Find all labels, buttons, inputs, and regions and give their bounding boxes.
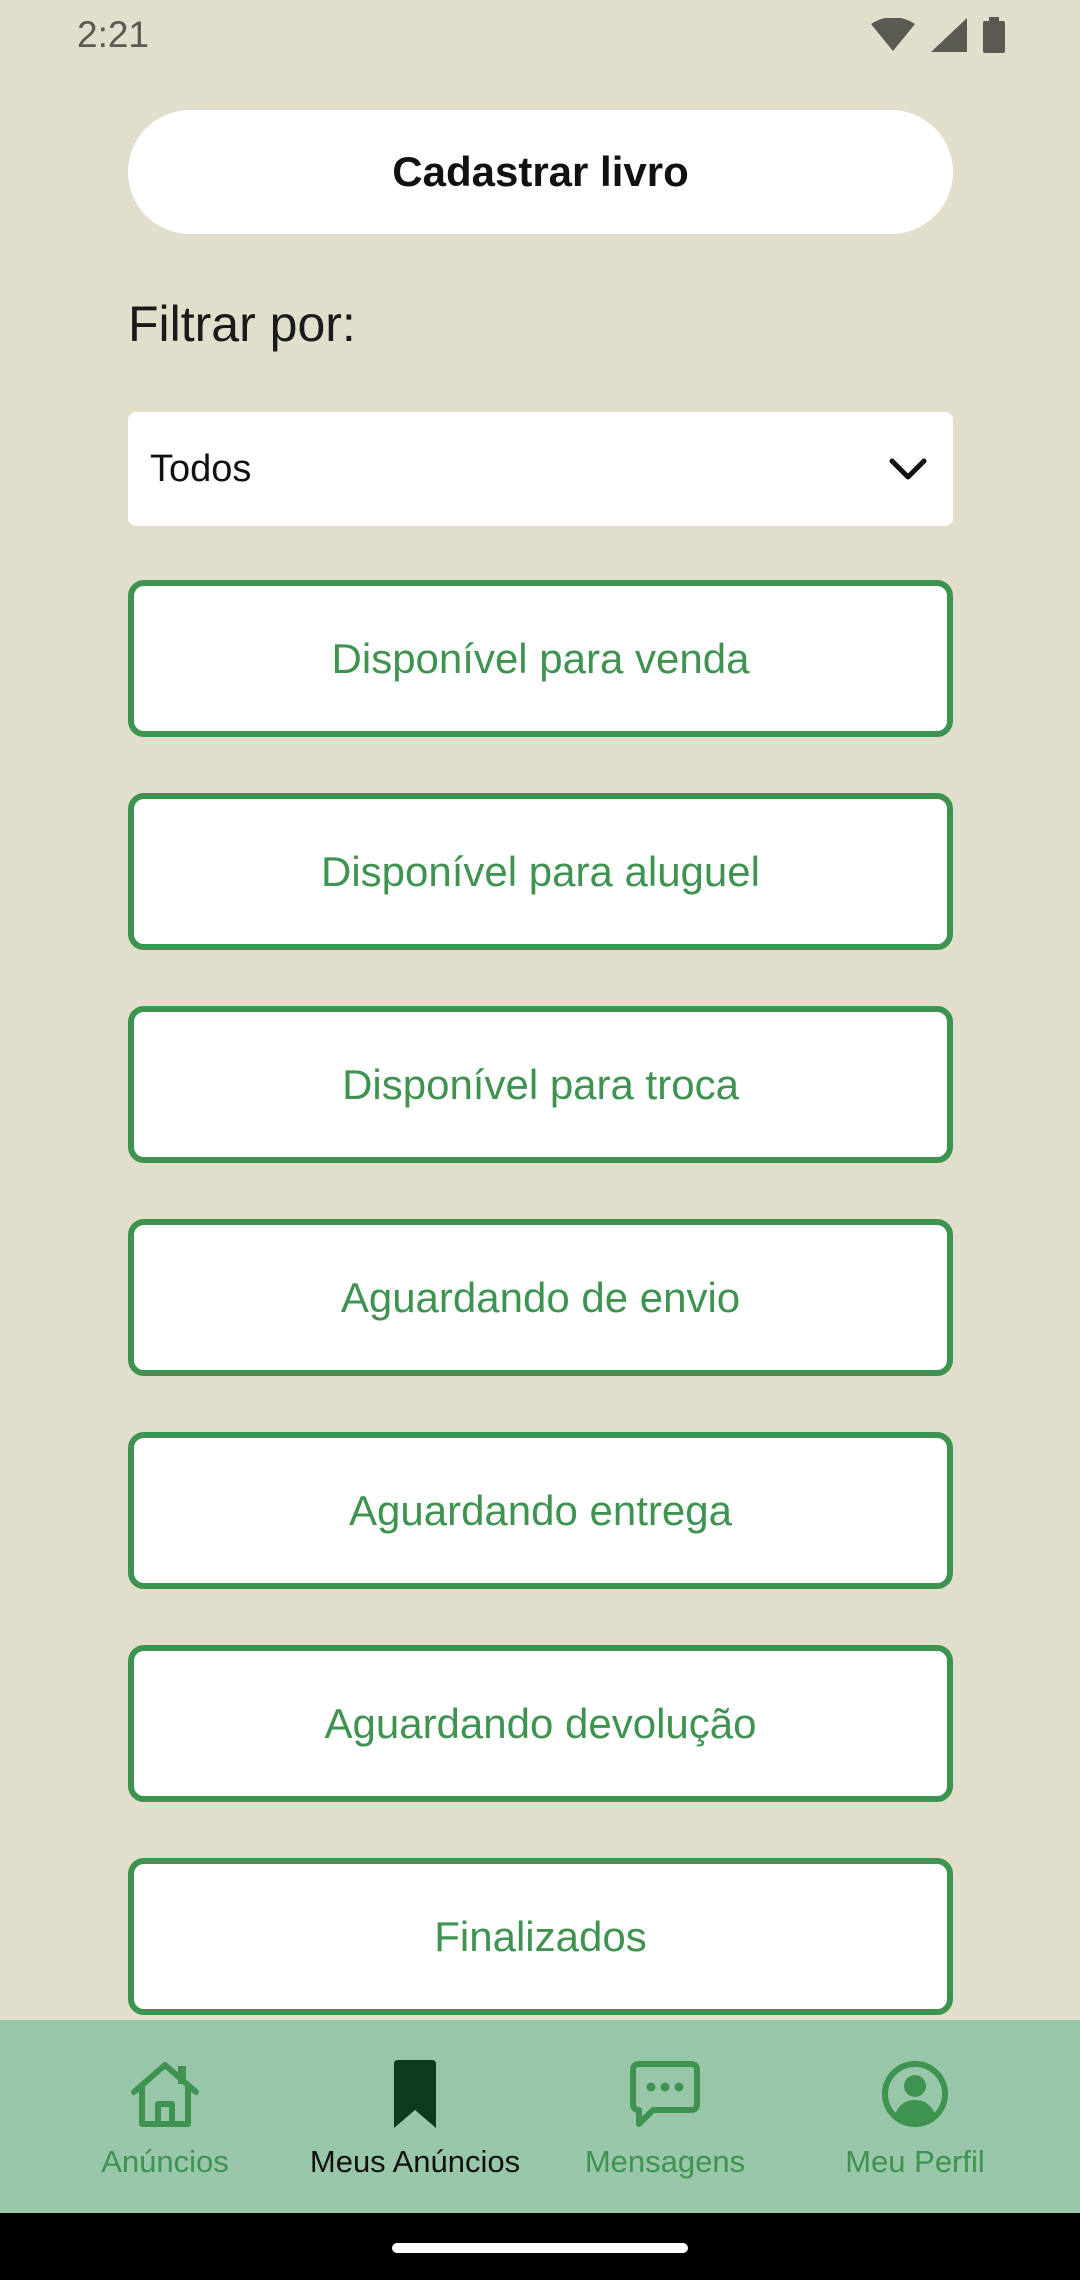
filter-label: Filtrar por:	[128, 296, 356, 352]
nav-label-anuncios: Anúncios	[101, 2143, 229, 2179]
status-icons	[871, 17, 1005, 53]
nav-item-meus-anuncios[interactable]: Meus Anúncios	[290, 2054, 540, 2180]
chevron-down-icon	[889, 458, 927, 480]
chat-icon	[629, 2054, 701, 2134]
nav-label-meus-anuncios: Meus Anúncios	[309, 2143, 521, 2179]
nav-item-meu-perfil[interactable]: Meu Perfil	[790, 2054, 1040, 2180]
status-button-awaiting-delivery[interactable]: Aguardando entrega	[128, 1432, 953, 1589]
status-bar: 2:21	[0, 0, 1080, 70]
status-button-awaiting-shipment[interactable]: Aguardando de envio	[128, 1219, 953, 1376]
status-button-sale[interactable]: Disponível para venda	[128, 580, 953, 737]
battery-icon	[983, 17, 1005, 53]
screen: 2:21 Cadastrar livro Filtrar por: Todos …	[0, 0, 1080, 2280]
home-indicator[interactable]	[392, 2243, 688, 2253]
bookmark-icon	[390, 2054, 440, 2134]
status-button-rent[interactable]: Disponível para aluguel	[128, 793, 953, 950]
nav-item-anuncios[interactable]: Anúncios	[40, 2054, 290, 2180]
profile-icon	[881, 2054, 949, 2134]
signal-icon	[931, 18, 967, 52]
filter-select[interactable]: Todos	[128, 412, 953, 526]
status-button-finished[interactable]: Finalizados	[128, 1858, 953, 2015]
bottom-navigation: Anúncios Meus Anúncios Mensagens Meu Per…	[0, 2020, 1080, 2213]
status-filter-list: Disponível para venda Disponível para al…	[128, 580, 953, 2071]
status-button-exchange[interactable]: Disponível para troca	[128, 1006, 953, 1163]
status-button-awaiting-return[interactable]: Aguardando devolução	[128, 1645, 953, 1802]
nav-item-mensagens[interactable]: Mensagens	[540, 2054, 790, 2180]
wifi-icon	[871, 18, 915, 51]
nav-label-mensagens: Mensagens	[584, 2143, 746, 2179]
filter-select-value: Todos	[150, 447, 252, 490]
status-time: 2:21	[77, 14, 150, 55]
nav-label-meu-perfil: Meu Perfil	[845, 2143, 985, 2179]
home-icon	[128, 2054, 202, 2134]
register-book-button[interactable]: Cadastrar livro	[128, 110, 953, 234]
